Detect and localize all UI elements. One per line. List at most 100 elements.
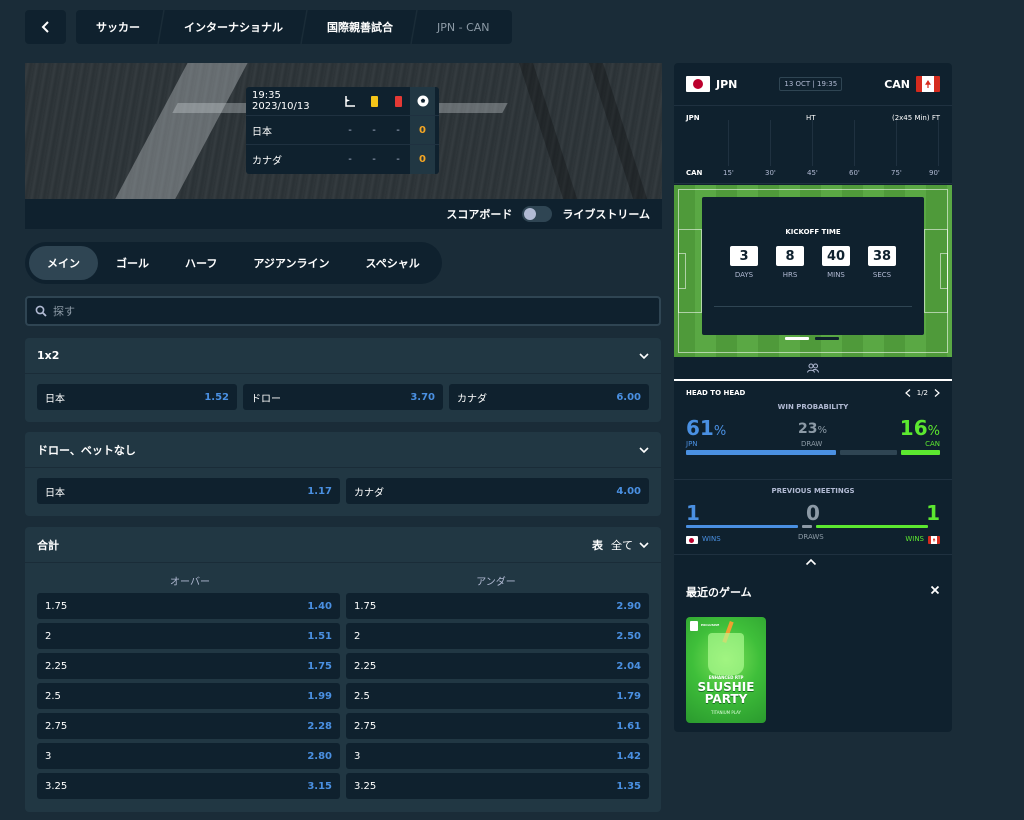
view-toggle[interactable] <box>522 206 553 222</box>
odds-button-away[interactable]: カナダ 4.00 <box>346 478 649 504</box>
countdown-label: DAYS <box>734 271 754 279</box>
odds-button-away[interactable]: カナダ 6.00 <box>449 384 649 410</box>
away-label: CAN <box>925 440 940 448</box>
away-probability-bar <box>901 450 940 455</box>
breadcrumb-friendlies[interactable]: 国際親善試合 <box>305 10 418 44</box>
timeline-ht-label: HT <box>806 114 816 122</box>
search-input[interactable] <box>53 304 633 318</box>
timeline-tick: 90' <box>929 169 940 177</box>
odds-button-home[interactable]: 日本 1.17 <box>37 478 340 504</box>
head-to-head-title: HEAD TO HEAD <box>686 389 746 397</box>
chevron-down-icon[interactable] <box>639 351 649 361</box>
chevron-left-icon[interactable] <box>904 389 911 397</box>
head-to-head-bar: HEAD TO HEAD 1/2 <box>674 383 952 403</box>
kickoff-title: KICKOFF TIME <box>785 228 841 236</box>
home-wins-count: 1 <box>686 501 700 525</box>
totals-price: 1.35 <box>616 780 641 792</box>
tab-main[interactable]: メイン <box>29 246 98 280</box>
draws-count: 0 <box>806 501 820 525</box>
corners-count: - <box>348 124 352 136</box>
totals-price: 2.50 <box>616 630 641 642</box>
game-badge: EXCLUSIVE <box>701 623 720 627</box>
market-header[interactable]: ドロー、ベットなし <box>25 432 661 468</box>
tab-half[interactable]: ハーフ <box>167 246 235 280</box>
draws-bar <box>802 525 812 528</box>
chevron-down-icon[interactable] <box>639 445 649 455</box>
timeline-ft-label: (2x45 Min) FT <box>891 114 940 122</box>
countdown-label: SECS <box>872 271 892 279</box>
totals-over-button[interactable]: 3 2.80 <box>37 743 340 769</box>
previous-meetings: PREVIOUS MEETINGS 1 0 1 WINS DRAWS WINS <box>674 481 952 555</box>
tab-asian-lines[interactable]: アジアンライン <box>235 246 347 280</box>
breadcrumb-international[interactable]: インターナショナル <box>162 10 308 44</box>
game-card-slushie-party[interactable]: EXCLUSIVE ENHANCED RTP SLUSHIE PARTY TITA… <box>686 617 766 723</box>
totals-under-button[interactable]: 3 1.42 <box>346 743 649 769</box>
breadcrumb-soccer[interactable]: サッカー <box>76 10 165 44</box>
team-name: 日本 <box>252 126 272 138</box>
timeline-tick: 75' <box>891 169 902 177</box>
totals-over-button[interactable]: 3.25 3.15 <box>37 773 340 799</box>
totals-under-button[interactable]: 2 2.50 <box>346 623 649 649</box>
head-to-head-tab[interactable] <box>674 357 952 381</box>
away-wins-count: 1 <box>926 501 940 525</box>
odds-button-home[interactable]: 日本 1.52 <box>37 384 237 410</box>
page-indicator: 1/2 <box>916 389 928 397</box>
match-timeline: JPN HT (2x45 Min) FT CAN 15' 30' 45' 60'… <box>674 106 952 184</box>
probability-bars <box>686 450 940 455</box>
tab-goals[interactable]: ゴール <box>98 246 167 280</box>
over-column-header: オーバー <box>170 576 210 588</box>
totals-price: 3.15 <box>307 780 332 792</box>
totals-price: 1.40 <box>307 600 332 612</box>
totals-over-button[interactable]: 2.25 1.75 <box>37 653 340 679</box>
livestream-toggle-label: ライブストリーム <box>562 208 650 221</box>
timeline-home-label: JPN <box>686 114 700 122</box>
totals-line: 1.75 <box>45 600 68 612</box>
chevron-right-icon[interactable] <box>934 389 940 397</box>
market-title: ドロー、ベットなし <box>37 443 136 457</box>
market-title: 1x2 <box>37 349 60 362</box>
home-label: JPN <box>686 440 698 448</box>
carousel-dots[interactable] <box>785 337 839 340</box>
chevron-down-icon[interactable] <box>639 540 649 550</box>
market-1x2: 1x2 日本 1.52 ドロー 3.70 カナダ 6.00 <box>25 338 661 422</box>
totals-over-button[interactable]: 1.75 1.40 <box>37 593 340 619</box>
market-header[interactable]: 合計 表 全て <box>25 527 661 563</box>
timeline-tick: 15' <box>723 169 734 177</box>
totals-under-button[interactable]: 2.5 1.79 <box>346 683 649 709</box>
odds-button-draw[interactable]: ドロー 3.70 <box>243 384 443 410</box>
totals-under-button[interactable]: 2.25 2.04 <box>346 653 649 679</box>
totals-over-button[interactable]: 2.75 2.28 <box>37 713 340 739</box>
totals-under-button[interactable]: 2.75 1.61 <box>346 713 649 739</box>
timeline-tick: 45' <box>807 169 818 177</box>
totals-under-button[interactable]: 1.75 2.90 <box>346 593 649 619</box>
close-icon[interactable] <box>930 585 940 595</box>
breadcrumb-current-match: JPN - CAN <box>437 20 490 34</box>
table-view-label[interactable]: 表 <box>592 537 603 553</box>
red-count: - <box>396 154 400 165</box>
away-wins-label: WINS <box>905 535 924 543</box>
team-name: カナダ <box>252 156 282 167</box>
tab-specials[interactable]: スペシャル <box>347 246 437 280</box>
totals-line: 3 <box>354 750 361 762</box>
away-team-code: CAN <box>884 77 910 91</box>
countdown-label: MINS <box>827 271 845 279</box>
away-wins-bar <box>816 525 928 528</box>
chevron-up-icon[interactable] <box>805 558 817 566</box>
stream-toggle-bar: スコアボード ライブストリーム <box>25 199 662 229</box>
market-title: 合計 <box>37 538 59 552</box>
totals-price: 1.61 <box>616 720 641 732</box>
goals-count: 0 <box>410 116 435 144</box>
timeline-tick: 30' <box>765 169 776 177</box>
totals-over-button[interactable]: 2 1.51 <box>37 623 340 649</box>
totals-over-button[interactable]: 2.5 1.99 <box>37 683 340 709</box>
totals-line: 2.75 <box>45 720 68 732</box>
back-button[interactable] <box>25 10 66 44</box>
corner-flag-icon <box>338 95 362 107</box>
totals-line: 2.5 <box>354 690 370 702</box>
filter-select[interactable]: 全て <box>611 537 633 553</box>
market-header[interactable]: 1x2 <box>25 338 661 374</box>
soccer-ball-icon <box>410 87 435 115</box>
chevron-left-icon <box>41 21 49 33</box>
totals-under-button[interactable]: 3.25 1.35 <box>346 773 649 799</box>
canada-flag-icon <box>928 536 940 544</box>
